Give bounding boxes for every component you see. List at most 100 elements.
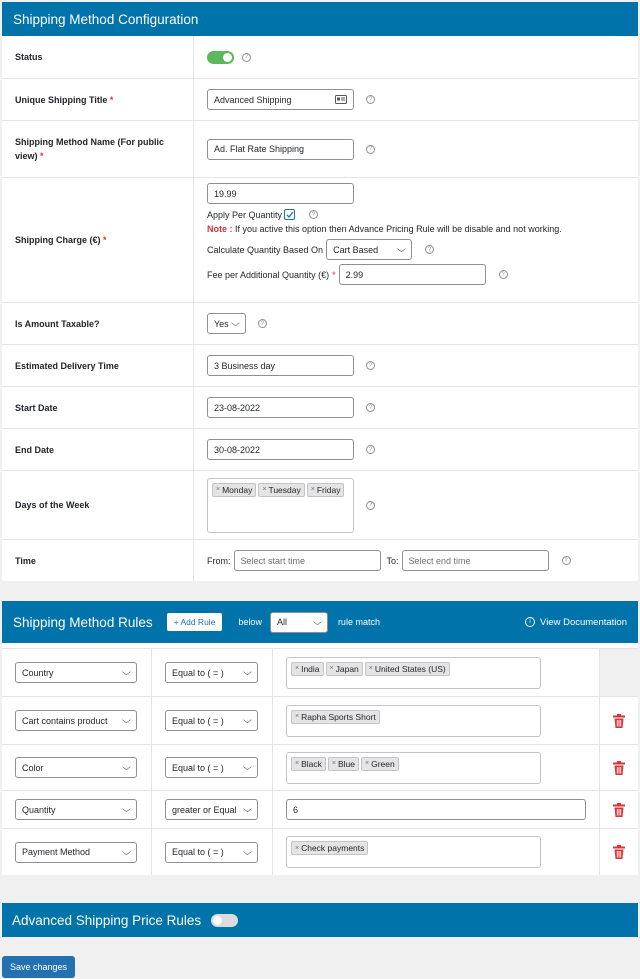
advanced-title: Advanced Shipping Price Rules bbox=[12, 912, 202, 928]
shipping-method-configuration: Shipping Method Configuration Status ? U… bbox=[2, 2, 638, 581]
rule-field-select[interactable]: Payment Method ⌵ bbox=[15, 841, 137, 863]
fee-label: Fee per Additional Quantity (€) bbox=[207, 269, 330, 280]
view-documentation-link[interactable]: i View Documentation bbox=[525, 617, 627, 628]
quantity-value: 6 bbox=[293, 804, 299, 815]
value-tag-label: Green bbox=[371, 758, 395, 769]
start-date-input[interactable]: 23-08-2022 bbox=[207, 397, 354, 418]
apply-help-icon[interactable]: ? bbox=[309, 210, 319, 219]
trash-icon[interactable] bbox=[613, 760, 625, 775]
value-tag: × United States (US) bbox=[364, 661, 450, 676]
rule-match-select[interactable]: All ⌵ bbox=[269, 611, 328, 633]
method-name-input[interactable]: Ad. Flat Rate Shipping bbox=[207, 138, 354, 160]
value-tag: × Green bbox=[361, 756, 399, 771]
rule-values-select[interactable]: × Black × Blue × Green bbox=[286, 751, 541, 784]
rule-operator-value: Equal to ( = ) bbox=[172, 847, 224, 857]
end-date-row: End Date 30-08-2022 ? bbox=[2, 429, 638, 471]
charge-label-text: Shipping Charge (€) bbox=[15, 235, 101, 245]
method-name-value: Ad. Flat Rate Shipping bbox=[214, 144, 305, 154]
chevron-down-icon: ⌵ bbox=[122, 715, 132, 725]
title-help-icon[interactable]: ? bbox=[366, 95, 375, 104]
remove-tag-icon[interactable]: × bbox=[311, 486, 315, 493]
fee-value: 2.99 bbox=[345, 269, 364, 280]
apply-per-qty-checkbox[interactable] bbox=[284, 209, 296, 220]
charge-input[interactable]: 19.99 bbox=[207, 183, 354, 204]
rule-operator-select[interactable]: Equal to ( = ) ⌵ bbox=[165, 757, 258, 778]
remove-tag-icon[interactable]: × bbox=[365, 760, 369, 767]
start-time-input[interactable]: Select start time bbox=[233, 550, 381, 571]
remove-tag-icon[interactable]: × bbox=[295, 713, 299, 720]
delivery-input[interactable]: 3 Business day bbox=[207, 355, 354, 376]
add-rule-button[interactable]: + Add Rule bbox=[166, 613, 223, 631]
rule-row: Country ⌵ Equal to ( = ) ⌵ × India × Japan ×… bbox=[2, 649, 638, 697]
save-changes-button[interactable]: Save changes bbox=[2, 956, 76, 978]
fee-help-icon[interactable]: ? bbox=[498, 270, 508, 279]
rule-field-select[interactable]: Country ⌵ bbox=[15, 662, 137, 683]
end-date-input[interactable]: 30-08-2022 bbox=[207, 439, 354, 460]
end-time-input[interactable]: Select end time bbox=[401, 550, 549, 571]
rule-values-select[interactable]: × India × Japan × United States (US) bbox=[286, 656, 541, 689]
rule-operator-select[interactable]: Equal to ( = ) ⌵ bbox=[165, 662, 258, 683]
name-row: Shipping Method Name (For public view) *… bbox=[2, 121, 638, 178]
chevron-down-icon: ⌵ bbox=[231, 318, 241, 328]
chevron-down-icon: ⌵ bbox=[122, 804, 132, 814]
trash-icon[interactable] bbox=[613, 713, 625, 728]
value-tag: × Rapha Sports Short bbox=[291, 709, 380, 724]
remove-tag-icon[interactable]: × bbox=[295, 665, 299, 672]
rule-field-value: Quantity bbox=[22, 804, 56, 815]
remove-tag-icon[interactable]: × bbox=[330, 665, 334, 672]
rule-operator-select[interactable]: Equal to ( = ) ⌵ bbox=[165, 710, 258, 731]
chevron-down-icon: ⌵ bbox=[122, 667, 132, 677]
days-help-icon[interactable]: ? bbox=[366, 500, 375, 510]
value-tag: × Japan bbox=[325, 661, 363, 676]
end-help-icon[interactable]: ? bbox=[366, 445, 375, 454]
status-toggle[interactable] bbox=[207, 50, 234, 64]
delivery-help-icon[interactable]: ? bbox=[366, 361, 375, 370]
value-tag: × Blue bbox=[327, 756, 359, 771]
end-date-label: End Date bbox=[2, 429, 194, 470]
rule-match-value: All bbox=[276, 617, 287, 627]
rule-match-label: rule match bbox=[337, 617, 380, 627]
remove-tag-icon[interactable]: × bbox=[369, 665, 373, 672]
value-tag-label: India bbox=[301, 663, 320, 674]
info-icon: i bbox=[525, 617, 536, 627]
advanced-rules-toggle[interactable] bbox=[211, 913, 239, 927]
fee-input[interactable]: 2.99 bbox=[338, 264, 486, 285]
calc-select[interactable]: Cart Based ⌵ bbox=[326, 239, 413, 260]
rule-field-select[interactable]: Quantity ⌵ bbox=[15, 799, 137, 820]
note-text: If you active this option then Advance P… bbox=[235, 224, 562, 234]
value-tag: × India bbox=[291, 661, 324, 676]
rule-values-select[interactable]: × Check payments bbox=[286, 836, 541, 868]
rule-field-select[interactable]: Color ⌵ bbox=[15, 757, 137, 778]
day-tag: × Friday bbox=[306, 482, 345, 497]
rule-row: Color ⌵ Equal to ( = ) ⌵ × Black × Blue × Gre… bbox=[2, 745, 638, 791]
status-help-icon[interactable]: ? bbox=[242, 52, 251, 62]
rules-title: Shipping Method Rules bbox=[13, 614, 153, 630]
rule-values-select[interactable]: × Rapha Sports Short bbox=[286, 704, 541, 737]
remove-tag-icon[interactable]: × bbox=[262, 486, 266, 493]
remove-tag-icon[interactable]: × bbox=[216, 486, 220, 493]
status-row: Status ? bbox=[2, 36, 638, 79]
time-help-icon[interactable]: ? bbox=[561, 556, 571, 565]
trash-icon[interactable] bbox=[613, 845, 625, 859]
remove-tag-icon[interactable]: × bbox=[295, 845, 299, 852]
unique-title-input[interactable]: Advanced Shipping bbox=[207, 89, 354, 110]
days-label: Days of the Week bbox=[2, 471, 194, 539]
rule-operator-value: Equal to ( = ) bbox=[172, 762, 224, 773]
taxable-help-icon[interactable]: ? bbox=[258, 319, 267, 328]
days-select[interactable]: × Monday × Tuesday × Friday bbox=[207, 477, 354, 533]
start-help-icon[interactable]: ? bbox=[366, 403, 375, 412]
charge-value: 19.99 bbox=[214, 188, 237, 199]
rule-operator-select[interactable]: greater or Equal ⌵ bbox=[165, 799, 258, 820]
name-help-icon[interactable]: ? bbox=[366, 144, 375, 154]
taxable-select[interactable]: Yes ⌵ bbox=[207, 313, 246, 334]
rule-operator-select[interactable]: Equal to ( = ) ⌵ bbox=[165, 841, 258, 863]
value-tag-label: Blue bbox=[337, 758, 355, 769]
calc-help-icon[interactable]: ? bbox=[425, 245, 435, 254]
chevron-down-icon: ⌵ bbox=[313, 616, 322, 627]
quantity-input[interactable]: 6 bbox=[286, 799, 586, 820]
rule-operator-value: Equal to ( = ) bbox=[172, 715, 224, 726]
rule-field-select[interactable]: Cart contains product ⌵ bbox=[15, 710, 137, 731]
remove-tag-icon[interactable]: × bbox=[295, 760, 299, 767]
remove-tag-icon[interactable]: × bbox=[332, 760, 336, 767]
trash-icon[interactable] bbox=[613, 802, 625, 817]
